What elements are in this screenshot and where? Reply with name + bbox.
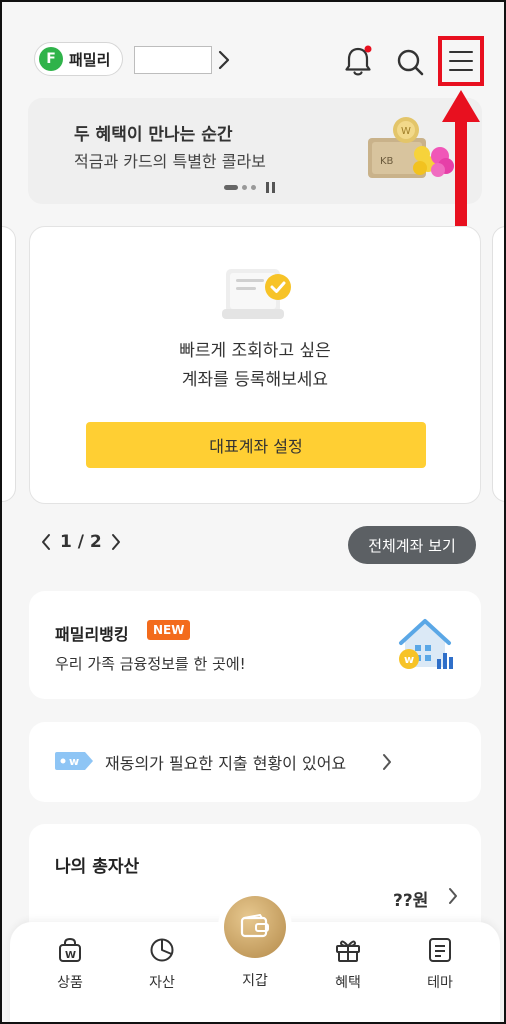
message-line: 계좌를 등록해보세요 xyxy=(181,370,329,390)
pager-separator: / xyxy=(77,532,84,552)
family-badge: F xyxy=(39,47,63,71)
svg-text:w: w xyxy=(404,653,414,666)
price-tag-icon: w xyxy=(55,752,93,770)
search-icon[interactable] xyxy=(395,47,425,77)
nav-item-theme[interactable]: 테마 xyxy=(410,936,470,992)
nav-item-benefits[interactable]: 혜택 xyxy=(318,936,378,992)
reconsent-text: 재동의가 필요한 지출 현황이 있어요 xyxy=(105,754,347,773)
chevron-right-icon[interactable] xyxy=(447,886,459,906)
annotation-arrow-up-icon xyxy=(442,90,480,226)
new-badge: NEW xyxy=(147,620,191,640)
total-assets-title: 나의 총자산 xyxy=(55,857,140,877)
svg-text:W: W xyxy=(65,950,76,961)
menu-line xyxy=(449,69,473,71)
bottom-navigation: W 상품 자산 지갑 혜택 테마 xyxy=(10,896,500,1022)
pause-icon[interactable] xyxy=(266,182,275,193)
chevron-left-icon[interactable] xyxy=(40,532,52,552)
svg-text:W: W xyxy=(401,126,411,137)
chevron-right-icon xyxy=(383,754,391,770)
chevron-right-icon[interactable] xyxy=(110,532,122,552)
main-account-card: 빠르게 조회하고 싶은 계좌를 등록해보세요 대표계좌 설정 xyxy=(29,226,481,504)
view-all-accounts-button[interactable]: 전체계좌 보기 xyxy=(348,526,476,564)
account-document-icon xyxy=(222,269,291,319)
family-banking-title: 패밀리뱅킹 xyxy=(55,625,129,644)
indicator-dot xyxy=(242,185,247,190)
user-name-box[interactable] xyxy=(134,46,212,74)
nav-label: 테마 xyxy=(427,975,453,991)
pie-chart-icon xyxy=(150,938,174,962)
chevron-right-icon[interactable] xyxy=(216,48,232,72)
family-banking-subtitle: 우리 가족 금융정보를 한 곳에! xyxy=(55,655,246,673)
family-banking-card[interactable]: 패밀리뱅킹 NEW 우리 가족 금융정보를 한 곳에! w xyxy=(29,591,481,699)
pager-current: 1 xyxy=(60,532,72,552)
menu-line xyxy=(449,60,473,62)
message-line: 빠르게 조회하고 싶은 xyxy=(179,341,331,361)
register-account-message: 빠르게 조회하고 싶은 계좌를 등록해보세요 xyxy=(30,337,480,395)
notification-bell-icon[interactable] xyxy=(342,44,374,78)
hamburger-menu-button[interactable] xyxy=(438,36,484,86)
banner-title: 두 혜택이 만나는 순간 xyxy=(74,125,233,145)
nav-label: 지갑 xyxy=(242,973,268,989)
menu-line xyxy=(449,51,473,53)
indicator-active xyxy=(224,185,238,190)
pager-count: 1 / 2 xyxy=(60,532,102,552)
document-icon xyxy=(429,938,451,962)
reconsent-card[interactable]: w 재동의가 필요한 지출 현황이 있어요 xyxy=(29,722,481,802)
wallet-icon xyxy=(240,914,269,938)
pager-total: 2 xyxy=(89,532,102,552)
family-toggle[interactable]: F 패밀리 xyxy=(34,42,124,76)
shopping-bag-icon: W xyxy=(59,937,81,962)
top-header: F 패밀리 xyxy=(2,2,504,94)
total-assets-value: ??원 xyxy=(393,891,429,911)
nav-label: 자산 xyxy=(149,975,175,991)
promo-banner[interactable]: 두 혜택이 만나는 순간 적금과 카드의 특별한 콜라보 KB W xyxy=(28,98,482,204)
indicator-dot xyxy=(251,185,256,190)
banner-indicator xyxy=(224,182,275,193)
gift-icon xyxy=(336,940,360,962)
family-label: 패밀리 xyxy=(69,50,111,69)
card-pager: 1 / 2 xyxy=(40,532,122,552)
app-screen: F 패밀리 두 혜택이 만나는 순간 적금과 카드의 특별한 콜라보 KB W … xyxy=(0,0,506,1024)
nav-item-products[interactable]: W 상품 xyxy=(40,936,100,992)
set-main-account-button[interactable]: 대표계좌 설정 xyxy=(86,422,426,468)
wallet-button[interactable] xyxy=(224,896,286,958)
banner-subtitle: 적금과 카드의 특별한 콜라보 xyxy=(74,152,266,171)
nav-label: 혜택 xyxy=(335,975,361,991)
svg-text:w: w xyxy=(69,755,79,768)
svg-text:KB: KB xyxy=(380,156,394,167)
next-card-peek[interactable] xyxy=(492,226,504,502)
family-house-icon: w xyxy=(399,619,453,669)
nav-label: 상품 xyxy=(57,975,83,991)
previous-card-peek[interactable] xyxy=(2,226,16,502)
nav-item-assets[interactable]: 자산 xyxy=(132,936,192,992)
